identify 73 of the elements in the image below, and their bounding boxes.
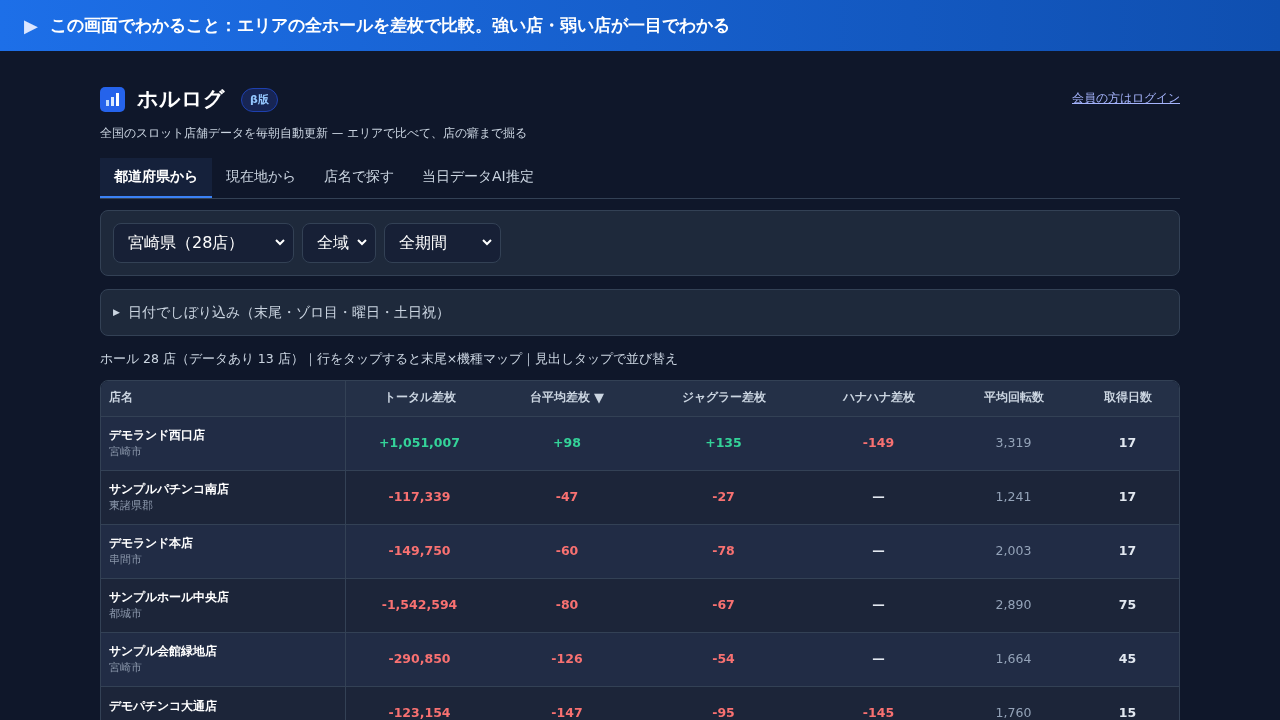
table-cell: -147 xyxy=(551,703,583,720)
store-area: 東諸県郡 xyxy=(109,498,337,514)
table-cell: 15 xyxy=(1118,703,1137,720)
store-name: デモランド西口店 xyxy=(109,427,206,445)
table-cell-text: +135 xyxy=(705,433,742,452)
table-cell-text: -149 xyxy=(862,433,895,452)
tab[interactable]: 当日データAI推定 xyxy=(408,157,548,198)
chevron-down-icon xyxy=(275,239,285,247)
store-name: サンプル会館緑地店 xyxy=(109,643,218,661)
table-cell-text: -60 xyxy=(555,541,579,560)
select-field[interactable]: 宮崎県（28店） xyxy=(113,222,294,263)
subtitle: 全国のスロット店舗データを毎朝自動更新 — エリアで比べて、店の癖まで掘る xyxy=(100,124,528,142)
select-field[interactable]: 全域 xyxy=(302,222,376,263)
beta-badge: β版 xyxy=(241,87,278,112)
table-cell-text: 1,664 xyxy=(995,649,1032,668)
table-cell-text: 1,241 xyxy=(995,487,1032,506)
table-cell: 1,760 xyxy=(995,703,1032,720)
store-name: サンプルホール中央店 xyxy=(109,589,230,607)
tab[interactable]: 店名で探す xyxy=(310,157,408,198)
tab[interactable]: 現在地から xyxy=(212,157,310,198)
column-header[interactable]: 取得日数 xyxy=(1076,380,1179,416)
table-cell-text: — xyxy=(872,595,885,614)
table-cell-text: 3,319 xyxy=(995,433,1032,452)
table-cell-text: -54 xyxy=(712,649,735,668)
table-cell-text: -27 xyxy=(712,487,735,506)
column-header[interactable]: 台平均差枚 ▼ xyxy=(493,380,641,416)
table-cell-text: 17 xyxy=(1118,487,1137,506)
table-cell-text: -126 xyxy=(551,649,583,668)
table-cell-text: -78 xyxy=(712,541,735,560)
table-cell-text: -47 xyxy=(555,487,579,506)
table-cell-text: — xyxy=(872,649,885,668)
column-header[interactable]: ジャグラー差枚 xyxy=(641,380,806,416)
table-cell-text: 75 xyxy=(1118,595,1137,614)
table-cell: -123,154 xyxy=(388,703,451,720)
bar-chart-logo-icon xyxy=(100,87,125,113)
column-header[interactable]: 店名 xyxy=(101,380,346,416)
summary-text: ホール 28 店（データあり 13 店）｜行をタップすると末尾×機種マップ｜見出しタップで並び替え xyxy=(100,349,680,369)
chevron-down-icon xyxy=(357,239,367,247)
column-header[interactable]: トータル差枚 xyxy=(346,380,493,416)
store-name: サンプルパチンコ南店 xyxy=(109,481,230,499)
tab[interactable]: 都道府県から xyxy=(100,157,212,198)
table-cell-text: 2,003 xyxy=(995,541,1032,560)
select-field[interactable]: 全期間 xyxy=(384,222,501,263)
play-marker: ▶ xyxy=(24,14,38,38)
table-cell-text: -1,542,594 xyxy=(381,595,458,614)
table-cell-text: 45 xyxy=(1118,649,1137,668)
store-name: デモランド本店 xyxy=(109,535,194,553)
table-cell-text: -80 xyxy=(555,595,579,614)
table-cell: -95 xyxy=(712,703,735,720)
store-area: 串間市 xyxy=(109,552,337,568)
table-cell-text: — xyxy=(872,541,885,560)
table-cell-text: -290,850 xyxy=(388,649,451,668)
store-area: 宮崎市 xyxy=(109,444,337,460)
table-cell-text: +1,051,007 xyxy=(379,433,460,452)
column-header[interactable]: 平均回転数 xyxy=(951,380,1076,416)
store-name: デモパチンコ大通店 xyxy=(109,698,218,715)
table-cell-text: 17 xyxy=(1118,541,1137,560)
table-cell-text: -149,750 xyxy=(388,541,451,560)
table-cell-text: -67 xyxy=(712,595,735,614)
table-cell-text: +98 xyxy=(553,433,581,452)
column-header[interactable]: ハナハナ差枚 xyxy=(806,380,951,416)
date-filter-toggle[interactable]: ▶ 日付でしぼり込み（末尾・ゾロ目・曜日・土日祝） xyxy=(100,288,1180,336)
login-link[interactable]: 会員の方はログイン xyxy=(1072,89,1180,107)
table-cell-text: 2,890 xyxy=(995,595,1032,614)
chevron-down-icon xyxy=(482,239,492,247)
app-title: ホルログ xyxy=(137,86,225,113)
store-area: 宮崎市 xyxy=(109,660,337,676)
table-cell-text: — xyxy=(872,487,885,506)
table-cell-text: -117,339 xyxy=(388,487,451,506)
table-cell: -145 xyxy=(862,703,895,720)
store-area: 都城市 xyxy=(109,606,337,622)
banner-text: この画面でわかること：エリアの全ホールを差枚で比較。強い店・弱い店が一目でわかる xyxy=(49,13,730,37)
table-cell-text: 17 xyxy=(1118,433,1137,452)
